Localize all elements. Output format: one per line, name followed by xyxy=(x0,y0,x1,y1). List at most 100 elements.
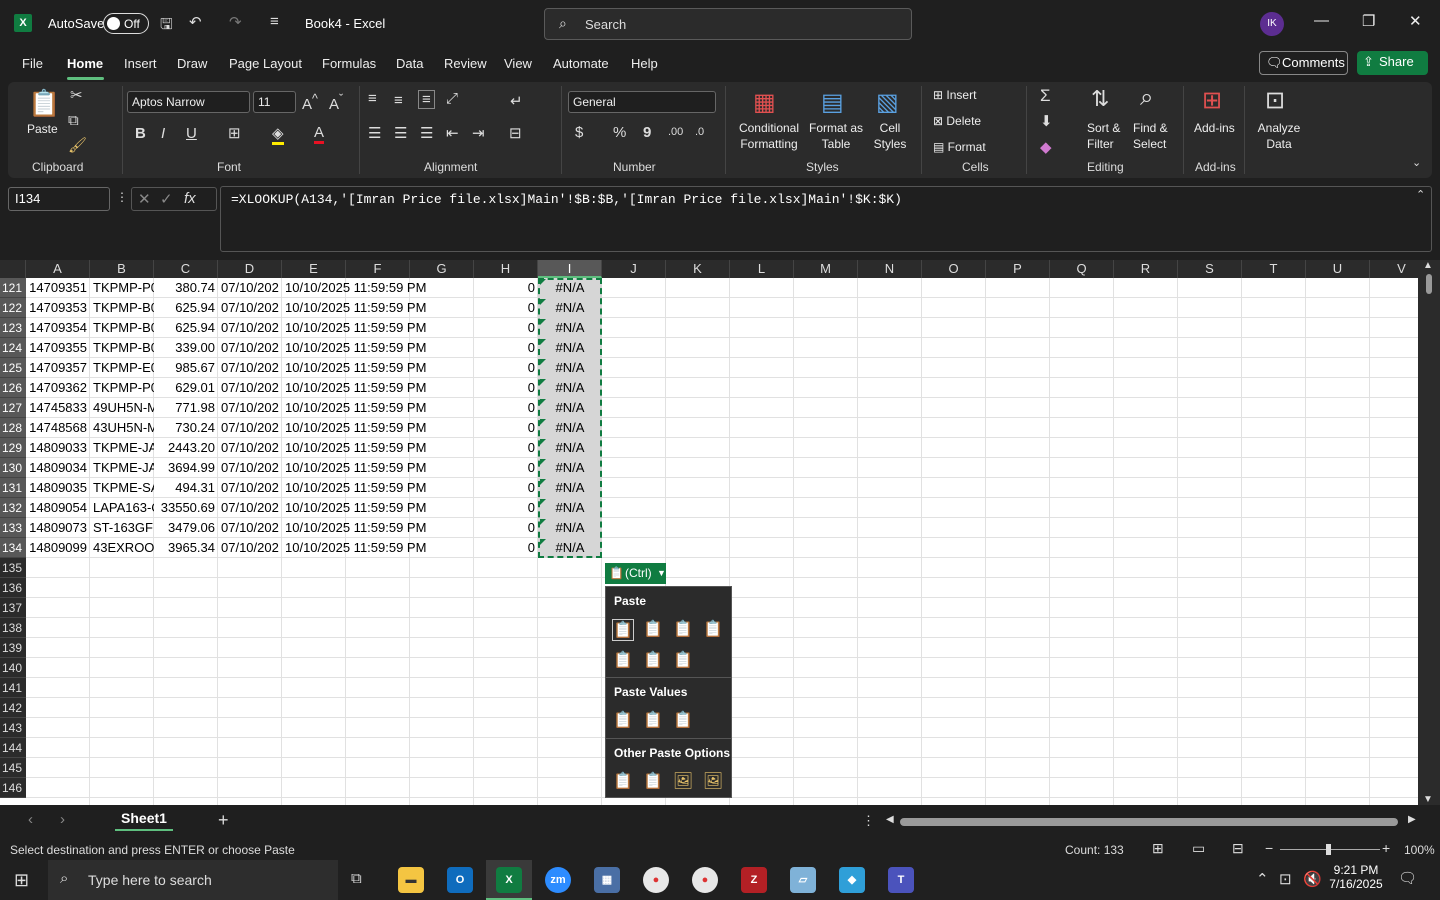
cell-d134[interactable]: 07/10/202 xyxy=(218,538,282,558)
cell-d132[interactable]: 07/10/202 xyxy=(218,498,282,518)
column-header-u[interactable]: U xyxy=(1306,260,1370,278)
teams-icon[interactable]: T xyxy=(888,867,914,893)
align-center-icon[interactable]: ☰ xyxy=(394,124,407,142)
cell-e128[interactable]: 10/10/2025 11:59:59 PM xyxy=(282,418,472,438)
paste-link-icon[interactable]: 📋 xyxy=(642,771,664,793)
taskbar-search-input[interactable]: ⌕ Type here to search xyxy=(48,860,338,900)
row-header-132[interactable]: 132 xyxy=(0,498,26,518)
column-header-s[interactable]: S xyxy=(1178,260,1242,278)
paste-icon[interactable]: 📋 xyxy=(28,88,60,119)
zoom-out-icon[interactable]: − xyxy=(1265,840,1273,856)
analyze-data-icon[interactable]: ⊡ xyxy=(1265,86,1285,115)
row-header-128[interactable]: 128 xyxy=(0,418,26,438)
cell-h131[interactable]: 0 xyxy=(474,478,538,498)
wrap-text-icon[interactable]: ↵ xyxy=(510,92,523,110)
cell-i126[interactable]: #N/A xyxy=(538,378,602,398)
cell-c122[interactable]: 625.94 xyxy=(154,298,218,318)
cancel-icon[interactable]: ✕ xyxy=(138,190,151,208)
cell-c123[interactable]: 625.94 xyxy=(154,318,218,338)
cell-a132[interactable]: 14809054 xyxy=(26,498,90,518)
cell-i134[interactable]: #N/A xyxy=(538,538,602,558)
column-header-b[interactable]: B xyxy=(90,260,154,278)
cell-styles-button[interactable]: Cell Styles xyxy=(868,120,912,152)
app-diamond-icon[interactable]: ◆ xyxy=(839,867,865,893)
row-header-123[interactable]: 123 xyxy=(0,318,26,338)
comments-button[interactable]: 🗨 Comments xyxy=(1259,51,1348,75)
cell-b129[interactable]: TKPME-JAI xyxy=(90,438,154,458)
save-icon[interactable]: 🖫 xyxy=(160,14,173,39)
row-header-141[interactable]: 141 xyxy=(0,678,26,698)
cell-b126[interactable]: TKPMP-P0 xyxy=(90,378,154,398)
add-ins-icon[interactable]: ⊞ xyxy=(1202,86,1222,115)
align-middle-icon[interactable]: ≡ xyxy=(394,92,403,109)
scroll-down-icon[interactable]: ▼ xyxy=(1423,794,1433,805)
normal-view-icon[interactable]: ⊞ xyxy=(1152,840,1164,857)
chevron-up-icon[interactable]: ⌃ xyxy=(1256,870,1269,888)
file-explorer-icon[interactable]: ▬ xyxy=(398,867,424,893)
chrome-icon[interactable]: ● xyxy=(643,867,669,893)
column-header-t[interactable]: T xyxy=(1242,260,1306,278)
formatting-icon[interactable]: 📋 xyxy=(612,771,634,793)
clock[interactable]: 9:21 PM 7/16/2025 xyxy=(1328,863,1384,891)
excel-taskbar-icon[interactable]: X xyxy=(496,867,522,893)
decrease-decimal-icon[interactable]: .0 xyxy=(695,126,704,138)
align-left-icon[interactable]: ☰ xyxy=(368,124,381,142)
orientation-icon[interactable]: ⤢ xyxy=(446,90,458,107)
cell-c126[interactable]: 629.01 xyxy=(154,378,218,398)
format-painter-icon[interactable]: 🖌 xyxy=(68,136,87,154)
cell-d127[interactable]: 07/10/202 xyxy=(218,398,282,418)
cell-a127[interactable]: 14745833 xyxy=(26,398,90,418)
cell-d130[interactable]: 07/10/202 xyxy=(218,458,282,478)
row-header-122[interactable]: 122 xyxy=(0,298,26,318)
cell-i121[interactable]: #N/A xyxy=(538,278,602,298)
cell-c129[interactable]: 2443.20 xyxy=(154,438,218,458)
increase-decimal-icon[interactable]: .00 xyxy=(668,126,683,138)
cell-i124[interactable]: #N/A xyxy=(538,338,602,358)
comma-style-icon[interactable]: 9 xyxy=(643,124,651,141)
column-header-j[interactable]: J xyxy=(602,260,666,278)
increase-font-icon[interactable]: A^ xyxy=(302,92,318,113)
more-sheets-icon[interactable]: ⋮ xyxy=(862,813,875,829)
column-header-r[interactable]: R xyxy=(1114,260,1178,278)
scroll-left-icon[interactable]: ◀ xyxy=(886,814,894,825)
paste-formulas-icon[interactable]: 📋 xyxy=(642,619,664,641)
fill-color-icon[interactable]: ◈ xyxy=(272,124,284,145)
vertical-scroll-thumb[interactable] xyxy=(1426,274,1432,294)
column-header-v[interactable]: V xyxy=(1370,260,1418,278)
row-header-134[interactable]: 134 xyxy=(0,538,26,558)
cell-a126[interactable]: 14709362 xyxy=(26,378,90,398)
format-as-table-icon[interactable]: ▤ xyxy=(821,88,844,117)
column-header-m[interactable]: M xyxy=(794,260,858,278)
cell-c124[interactable]: 339.00 xyxy=(154,338,218,358)
column-header-d[interactable]: D xyxy=(218,260,282,278)
row-header-140[interactable]: 140 xyxy=(0,658,26,678)
paste-options-button[interactable]: 📋 (Ctrl) ▼ xyxy=(605,563,666,584)
column-header-c[interactable]: C xyxy=(154,260,218,278)
cell-c133[interactable]: 3479.06 xyxy=(154,518,218,538)
cell-h134[interactable]: 0 xyxy=(474,538,538,558)
cell-a121[interactable]: 14709351 xyxy=(26,278,90,298)
enter-icon[interactable]: ✓ xyxy=(160,190,173,208)
fill-icon[interactable]: ⬇ xyxy=(1040,112,1053,130)
cell-d121[interactable]: 07/10/202 xyxy=(218,278,282,298)
tab-view[interactable]: View xyxy=(504,56,532,71)
row-header-144[interactable]: 144 xyxy=(0,738,26,758)
cell-d129[interactable]: 07/10/202 xyxy=(218,438,282,458)
cell-c121[interactable]: 380.74 xyxy=(154,278,218,298)
bold-icon[interactable]: B xyxy=(135,125,146,142)
filezilla-icon[interactable]: Z xyxy=(741,867,767,893)
cell-d122[interactable]: 07/10/202 xyxy=(218,298,282,318)
italic-icon[interactable]: I xyxy=(161,125,165,142)
cell-e122[interactable]: 10/10/2025 11:59:59 PM xyxy=(282,298,472,318)
volume-icon[interactable]: 🔇 xyxy=(1303,870,1322,888)
percent-icon[interactable]: % xyxy=(613,124,626,141)
cell-d131[interactable]: 07/10/202 xyxy=(218,478,282,498)
column-header-n[interactable]: N xyxy=(858,260,922,278)
scroll-right-icon[interactable]: ▶ xyxy=(1408,814,1416,825)
paste-formulas-number-format-icon[interactable]: 📋 xyxy=(672,619,694,641)
find-select-icon[interactable]: ⌕ xyxy=(1140,84,1153,112)
linked-picture-icon[interactable]: 🖼 xyxy=(702,771,724,793)
increase-indent-icon[interactable]: ⇥ xyxy=(472,124,485,142)
cell-i130[interactable]: #N/A xyxy=(538,458,602,478)
row-header-145[interactable]: 145 xyxy=(0,758,26,778)
